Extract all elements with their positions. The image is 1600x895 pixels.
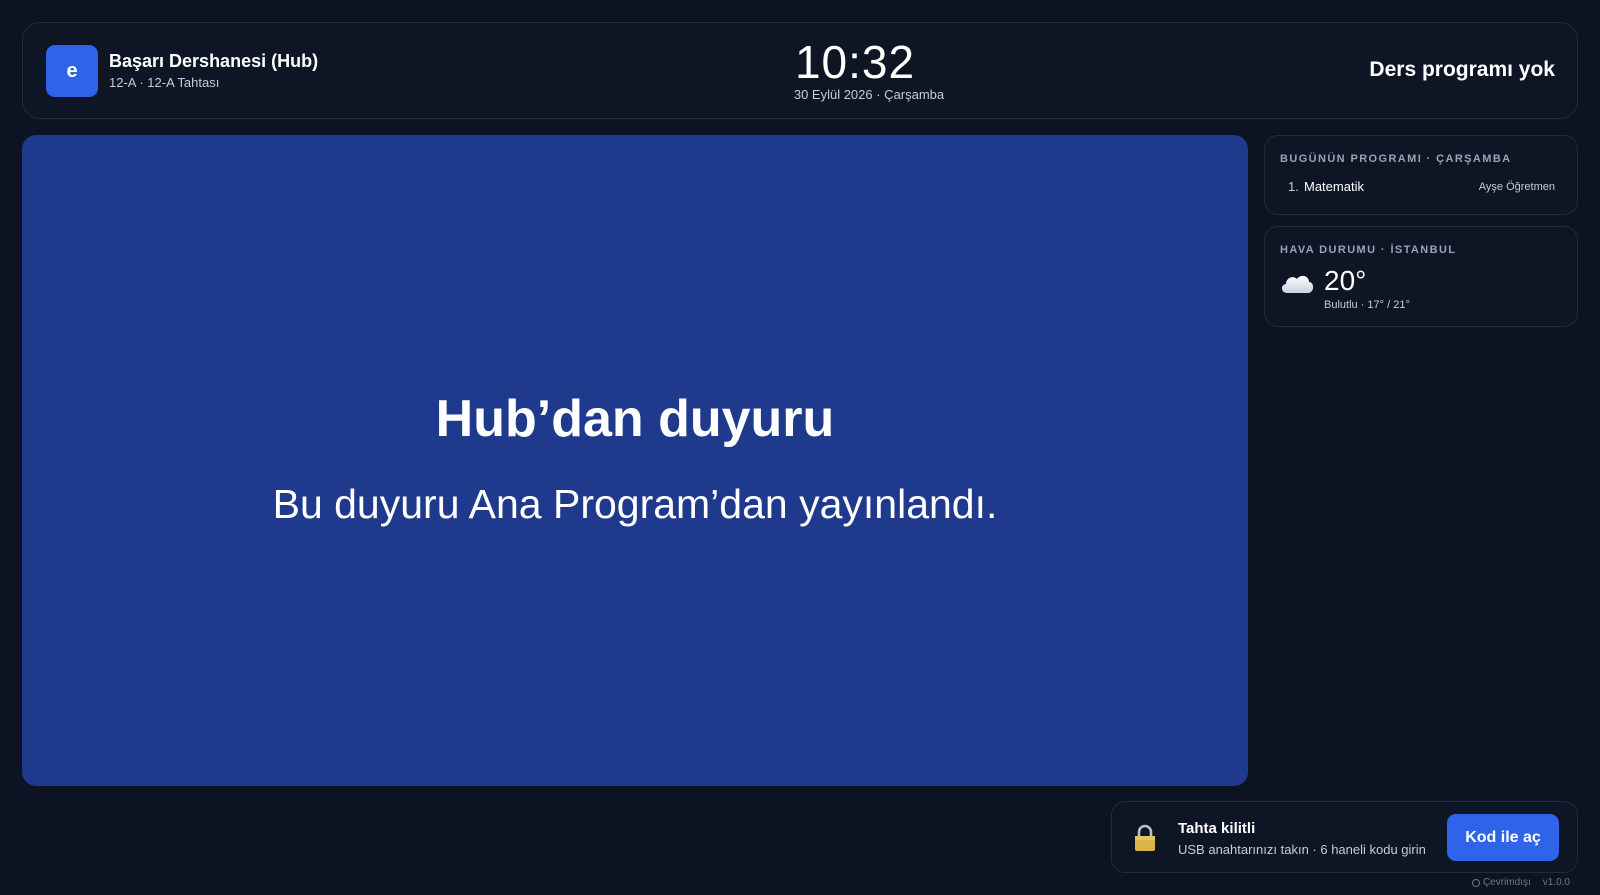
cloud-icon	[1281, 275, 1314, 293]
clock-time: 10:32	[794, 36, 916, 88]
unlock-with-code-button[interactable]: Kod ile aç	[1447, 814, 1559, 861]
connection-label: Çevrimdışı	[1482, 877, 1531, 888]
clock: 10:32	[23, 35, 1577, 89]
lock-title: Tahta kilitli	[1178, 820, 1256, 837]
version-label: v1.0.0	[1542, 877, 1570, 888]
announcement-panel: Hub’dan duyuru Bu duyuru Ana Program’dan…	[22, 135, 1248, 786]
schedule-item-subject: Matematik	[1304, 179, 1364, 194]
schedule-status: Ders programı yok	[1369, 58, 1555, 81]
schedule-item-teacher: Ayşe Öğretmen	[1478, 181, 1555, 193]
lock-bar: Tahta kilitli USB anahtarınızı takın · 6…	[1111, 801, 1578, 873]
date-text: 30 Eylül 2026 · Çarşamba	[793, 87, 945, 102]
schedule-item-number: 1.	[1288, 179, 1299, 194]
temperature: 20°	[1324, 265, 1367, 296]
offline-icon	[1471, 878, 1480, 887]
weather-card-label: HAVA DURUMU · İSTANBUL	[1280, 244, 1457, 256]
header-bar: e Başarı Dershanesi (Hub) 12-A · 12-A Ta…	[22, 22, 1578, 119]
schedule-card: BUGÜNÜN PROGRAMI · ÇARŞAMBA 1. Matematik…	[1264, 135, 1578, 215]
schedule-card-label: BUGÜNÜN PROGRAMI · ÇARŞAMBA	[1280, 153, 1512, 165]
announcement-body: Bu duyuru Ana Program’dan yayınlandı.	[272, 481, 998, 527]
weather-description: Bulutlu · 17° / 21°	[1324, 299, 1410, 311]
lock-icon	[1135, 824, 1155, 851]
announcement-title: Hub’dan duyuru	[435, 390, 835, 448]
weather-card: HAVA DURUMU · İSTANBUL 20° Bulutlu · 17°…	[1264, 226, 1578, 327]
footer: Çevrimdışı v1.0.0	[1471, 877, 1570, 888]
connection-status: Çevrimdışı	[1471, 877, 1531, 888]
lock-description: USB anahtarınızı takın · 6 haneli kodu g…	[1178, 842, 1426, 857]
